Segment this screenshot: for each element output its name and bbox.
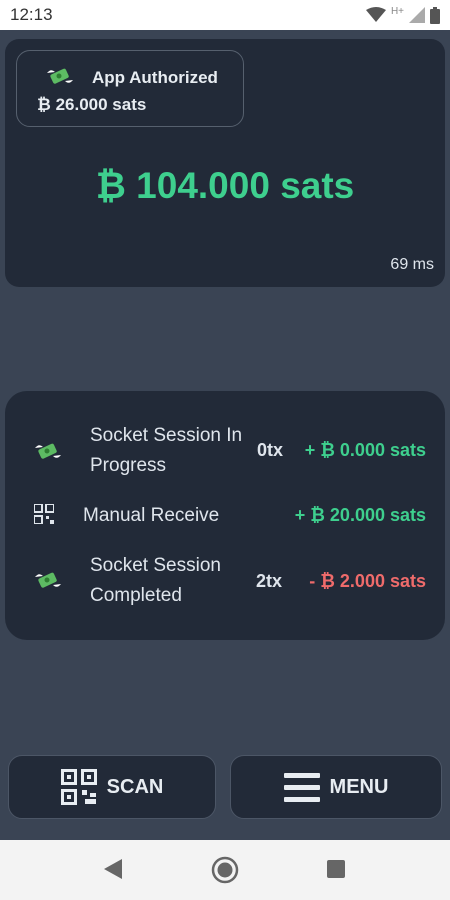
transaction-count: 2tx <box>256 571 283 591</box>
menu-button[interactable]: MENU <box>230 755 442 819</box>
main-balance: ₿ 104.000 sats <box>95 165 355 206</box>
transaction-row[interactable]: Socket Session In Progress 0tx + ₿ 0.000… <box>5 421 445 481</box>
navigation-bar <box>0 840 450 900</box>
recents-icon[interactable] <box>326 859 346 879</box>
transaction-amount: + ₿ 20.000 sats <box>294 505 426 525</box>
scan-button[interactable]: SCAN <box>8 755 216 819</box>
battery-icon <box>430 6 440 24</box>
back-icon[interactable] <box>102 857 124 881</box>
network-type-label: H+ <box>390 5 404 17</box>
home-icon[interactable] <box>211 856 239 884</box>
status-bar: 12:13 H+ <box>0 0 450 30</box>
balance-card: App Authorized ₿ 26.000 sats ₿ 104.000 s… <box>5 39 445 287</box>
transaction-amount: + ₿ 0.000 sats <box>304 440 426 460</box>
qr-code-icon <box>34 504 54 524</box>
app-authorized-title: App Authorized <box>92 68 218 87</box>
transaction-count: 0tx <box>257 440 284 460</box>
scan-button-label: SCAN <box>106 775 164 798</box>
transaction-label: Manual Receive <box>83 505 220 526</box>
qr-code-icon <box>60 769 97 805</box>
transaction-label-line2: Completed <box>90 585 182 606</box>
status-icons: H+ <box>365 5 440 24</box>
money-wings-icon <box>35 572 61 588</box>
app-authorized-chip[interactable]: App Authorized ₿ 26.000 sats <box>16 50 244 127</box>
money-wings-icon <box>47 68 73 84</box>
transaction-label-line1: Socket Session <box>90 555 221 576</box>
transaction-label-line2: Progress <box>90 455 167 476</box>
latency-label: 69 ms <box>390 256 434 273</box>
transaction-label: Socket Session Completed <box>90 551 221 611</box>
transaction-row[interactable]: Socket Session Completed 2tx - ₿ 2.000 s… <box>5 551 445 611</box>
money-wings-icon <box>35 443 61 459</box>
app-authorized-amount: ₿ 26.000 sats <box>37 95 147 114</box>
transaction-label: Socket Session In Progress <box>90 421 242 481</box>
status-time: 12:13 <box>10 5 53 24</box>
wifi-icon <box>365 7 386 22</box>
menu-button-label: MENU <box>329 775 389 798</box>
hamburger-menu-icon <box>283 773 320 802</box>
transaction-label-line1: Socket Session In <box>90 425 243 446</box>
signal-icon <box>409 7 425 23</box>
transaction-amount: - ₿ 2.000 sats <box>309 571 426 591</box>
transactions-card: Socket Session In Progress 0tx + ₿ 0.000… <box>5 391 445 640</box>
